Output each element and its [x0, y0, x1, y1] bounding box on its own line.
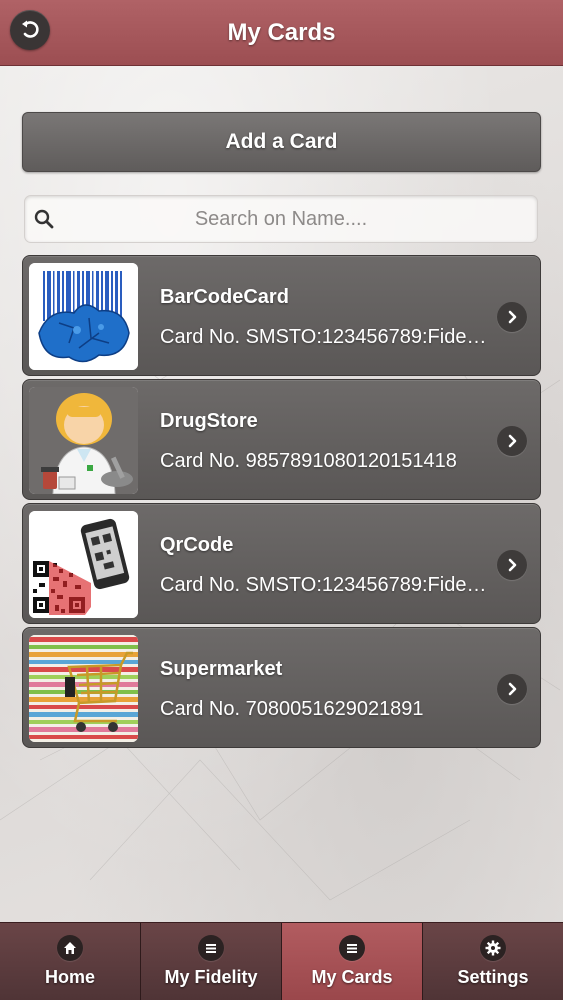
tab-label: Settings [457, 967, 529, 987]
card-number: Card No. SMSTO:123456789:Fidelity [160, 326, 490, 348]
chevron-right-button[interactable] [497, 426, 527, 456]
card-name: BarCodeCard [160, 286, 289, 308]
bottom-tab-bar: Home My Fidelity My Cards Settings [0, 922, 563, 1000]
chevron-right-button[interactable] [497, 674, 527, 704]
card-thumbnail [29, 387, 138, 494]
tab-settings[interactable]: Settings [423, 923, 563, 1000]
chevron-right-icon [508, 310, 517, 324]
card-number: Card No. SMSTO:123456789:Fidelity [160, 574, 490, 596]
tab-my-fidelity[interactable]: My Fidelity [141, 923, 282, 1000]
search-input[interactable] [25, 196, 537, 242]
tab-label: Home [44, 967, 95, 987]
tab-home[interactable]: Home [0, 923, 141, 1000]
card-thumbnail [29, 635, 138, 742]
card-name: DrugStore [160, 410, 258, 432]
menu-icon [198, 935, 224, 961]
chevron-right-button[interactable] [497, 302, 527, 332]
card-name: Supermarket [160, 658, 283, 680]
card-number: Card No. 7080051629021891 [160, 698, 424, 720]
chevron-right-icon [508, 434, 517, 448]
tab-my-cards[interactable]: My Cards [282, 923, 423, 1000]
gear-icon [480, 935, 506, 961]
chevron-right-icon [508, 558, 517, 572]
back-button[interactable] [10, 10, 50, 50]
card-row-supermarket[interactable]: Supermarket Card No. 7080051629021891 [22, 627, 541, 748]
tab-label: My Fidelity [164, 967, 258, 987]
search-icon [34, 209, 54, 229]
card-row-barcodecard[interactable]: BarCodeCard Card No. SMSTO:123456789:Fid… [22, 255, 541, 376]
qr-phone-image [29, 511, 138, 618]
barcode-puzzle-image [29, 263, 138, 370]
shopping-cart-image [29, 635, 138, 742]
card-thumbnail [29, 263, 138, 370]
card-row-qrcode[interactable]: QrCode Card No. SMSTO:123456789:Fidelity [22, 503, 541, 624]
add-card-button[interactable]: Add a Card [22, 112, 541, 172]
card-row-drugstore[interactable]: DrugStore Card No. 9857891080120151418 [22, 379, 541, 500]
chevron-right-icon [508, 682, 517, 696]
tab-label: My Cards [311, 967, 393, 987]
chevron-right-button[interactable] [497, 550, 527, 580]
app-header: My Cards [0, 0, 563, 66]
search-bar [24, 195, 538, 243]
card-number: Card No. 9857891080120151418 [160, 450, 457, 472]
card-name: QrCode [160, 534, 234, 556]
pharmacist-image [29, 387, 138, 494]
card-list: BarCodeCard Card No. SMSTO:123456789:Fid… [22, 255, 541, 751]
menu-icon [339, 935, 365, 961]
card-thumbnail [29, 511, 138, 618]
page-title: My Cards [227, 18, 336, 46]
home-icon [57, 935, 83, 961]
back-arrow-icon [22, 20, 39, 38]
